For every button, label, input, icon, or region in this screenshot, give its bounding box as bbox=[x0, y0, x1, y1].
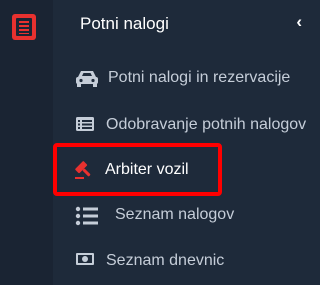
document-shape bbox=[16, 18, 32, 36]
list-card-icon bbox=[75, 115, 97, 135]
document-list-icon[interactable] bbox=[12, 14, 36, 40]
car-icon bbox=[75, 68, 98, 88]
sidebar-item-label: Potni nalogi in rezervacije bbox=[108, 69, 291, 86]
sidebar-header: Potni nalogi ‹ bbox=[53, 0, 318, 50]
money-bill-icon bbox=[75, 251, 97, 271]
sidebar-item-seznam-dnevnic[interactable]: Seznam dnevnic bbox=[53, 243, 318, 281]
sidebar-item-label: Seznam dnevnic bbox=[106, 252, 225, 269]
active-item-highlight-frame bbox=[53, 143, 222, 196]
sidebar-title: Potni nalogi bbox=[80, 14, 169, 33]
collapse-chevron-icon[interactable]: ‹ bbox=[296, 12, 302, 32]
bulleted-list-icon bbox=[75, 205, 98, 226]
app-frame: Potni nalogi ‹ Potni nalogi in rezervaci… bbox=[0, 0, 318, 285]
sidebar-item-seznam-nalogov[interactable]: Seznam nalogov bbox=[53, 197, 318, 235]
sidebar-item-potni-nalogi-in-rezervacije[interactable]: Potni nalogi in rezervacije bbox=[53, 60, 318, 98]
sidebar-item-label: Odobravanje potnih nalogov bbox=[106, 116, 307, 133]
sidebar-item-odobravanje-potnih-nalogov[interactable]: Odobravanje potnih nalogov bbox=[53, 107, 318, 145]
sidebar-rail bbox=[0, 0, 53, 285]
sidebar-item-label: Seznam nalogov bbox=[115, 206, 235, 223]
